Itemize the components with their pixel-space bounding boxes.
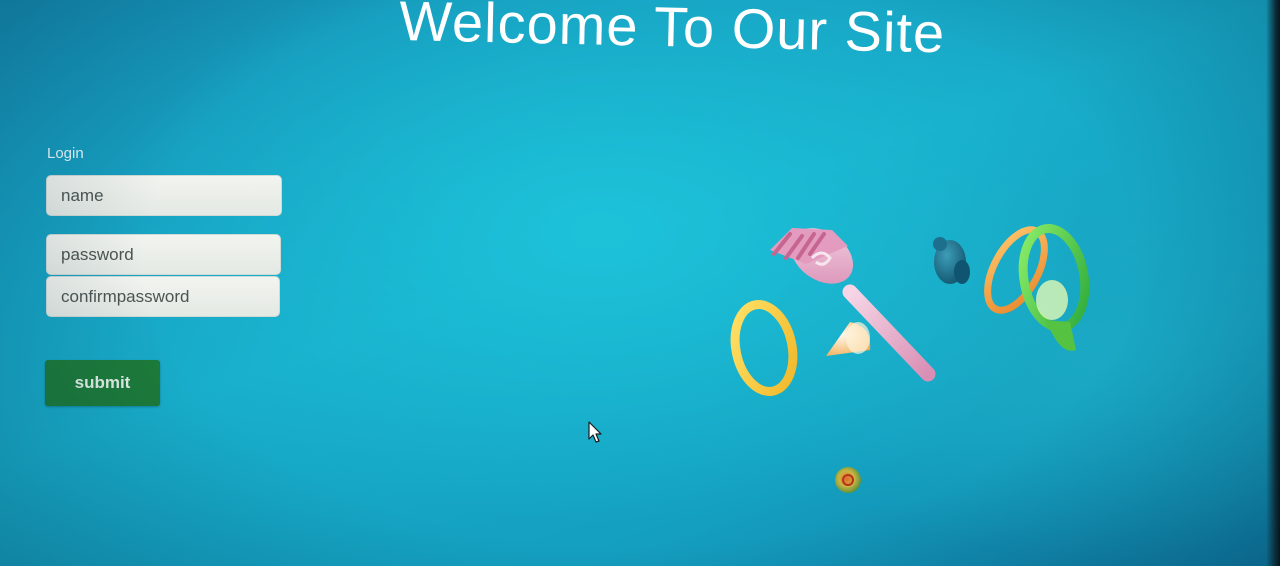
teal-bear-shape	[933, 237, 970, 284]
mouse-pointer-icon	[588, 421, 602, 443]
cream-cone-shape	[826, 322, 871, 356]
green-ring-shape	[1018, 223, 1090, 351]
decorative-shapes	[730, 223, 1090, 493]
monitor-bezel	[1266, 0, 1280, 566]
browser-viewport: Welcome To Our Site Login submit	[0, 0, 1280, 566]
yellow-ring-shape	[730, 300, 798, 396]
small-swirl-ball-shape	[835, 467, 861, 493]
